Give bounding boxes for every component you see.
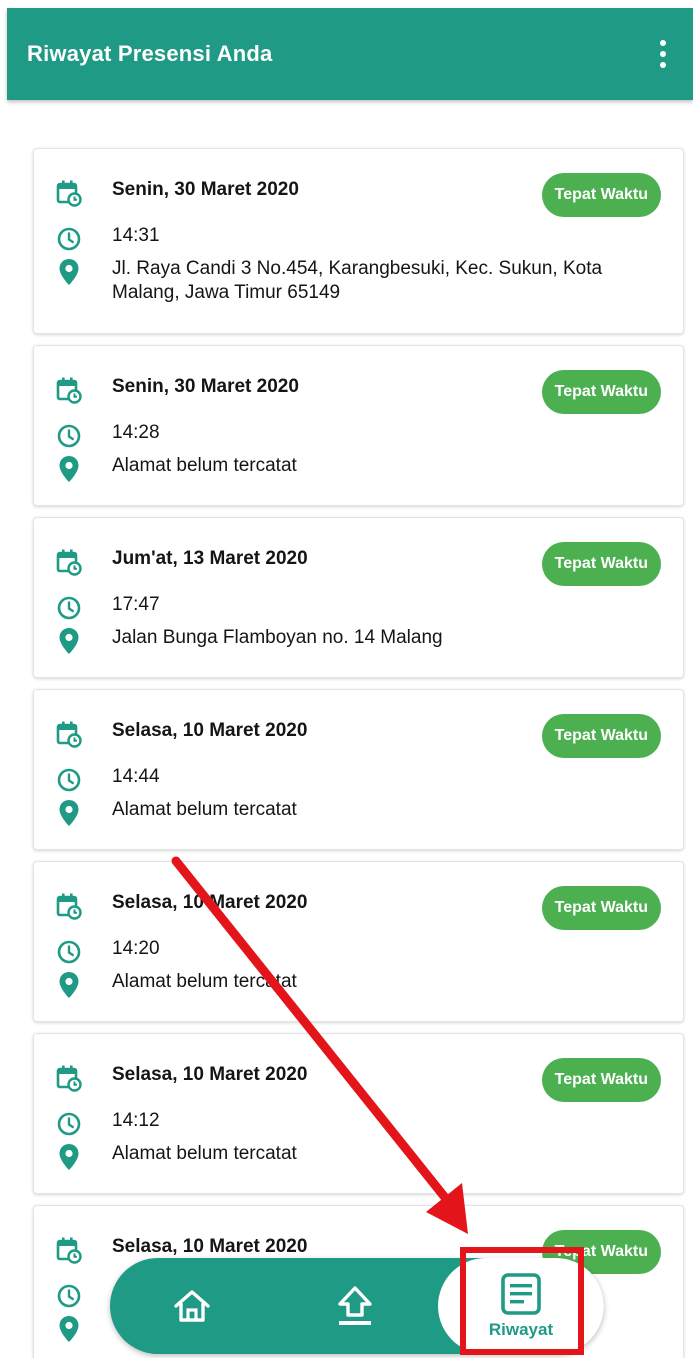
app-bar: Riwayat Presensi Anda	[7, 8, 693, 100]
calendar-clock-icon	[54, 719, 84, 749]
calendar-clock-icon	[54, 1235, 84, 1265]
home-icon	[174, 1290, 210, 1322]
date-row: Selasa, 10 Maret 2020	[54, 719, 307, 749]
time-row	[54, 1281, 112, 1311]
address-row: Jalan Bunga Flamboyan no. 14 Malang	[54, 626, 612, 656]
clock-icon	[54, 1109, 84, 1139]
time-row: 14:20	[54, 937, 160, 967]
address-row: Alamat belum tercatat	[54, 798, 612, 828]
attendance-address: Jl. Raya Candi 3 No.454, Karangbesuki, K…	[112, 258, 603, 303]
attendance-address: Alamat belum tercatat	[112, 971, 297, 992]
date-row: Selasa, 10 Maret 2020	[54, 1063, 307, 1093]
calendar-clock-icon	[54, 1063, 84, 1093]
attendance-address: Alamat belum tercatat	[112, 799, 297, 820]
time-row: 14:28	[54, 421, 160, 451]
calendar-clock-icon	[54, 891, 84, 921]
status-badge: Tepat Waktu	[541, 714, 661, 758]
annotation-highlight-box	[460, 1247, 584, 1355]
location-pin-icon	[54, 626, 84, 656]
nav-upload-button[interactable]	[325, 1258, 385, 1354]
location-pin-icon	[54, 1314, 84, 1344]
attendance-card[interactable]: Senin, 30 Maret 2020 14:31 Jl. Raya Cand…	[33, 148, 684, 334]
address-row: Alamat belum tercatat	[54, 970, 612, 1000]
nav-home-button[interactable]	[162, 1258, 222, 1354]
attendance-card[interactable]: Selasa, 10 Maret 2020 14:12 Alamat belum…	[33, 1033, 684, 1194]
attendance-time: 14:31	[112, 225, 160, 246]
upload-icon	[338, 1286, 372, 1325]
status-badge: Tepat Waktu	[541, 542, 661, 586]
attendance-time: 17:47	[112, 594, 160, 615]
status-badge: Tepat Waktu	[541, 1058, 661, 1102]
address-row: Alamat belum tercatat	[54, 1142, 612, 1172]
clock-icon	[54, 1281, 84, 1311]
status-badge: Tepat Waktu	[541, 370, 661, 414]
time-row: 14:31	[54, 224, 160, 254]
attendance-time: 14:28	[112, 422, 160, 443]
attendance-date: Senin, 30 Maret 2020	[112, 376, 299, 397]
attendance-time: 14:20	[112, 938, 160, 959]
attendance-card[interactable]: Selasa, 10 Maret 2020 14:20 Alamat belum…	[33, 861, 684, 1022]
location-pin-icon	[54, 1142, 84, 1172]
time-row: 17:47	[54, 593, 160, 623]
location-pin-icon	[54, 257, 84, 287]
calendar-clock-icon	[54, 375, 84, 405]
calendar-clock-icon	[54, 547, 84, 577]
attendance-date: Senin, 30 Maret 2020	[112, 179, 299, 200]
date-row: Jum'at, 13 Maret 2020	[54, 547, 308, 577]
clock-icon	[54, 421, 84, 451]
clock-icon	[54, 937, 84, 967]
location-pin-icon	[54, 798, 84, 828]
attendance-card[interactable]: Jum'at, 13 Maret 2020 17:47 Jalan Bunga …	[33, 517, 684, 678]
date-row: Selasa, 10 Maret 2020	[54, 891, 307, 921]
clock-icon	[54, 593, 84, 623]
status-badge: Tepat Waktu	[541, 886, 661, 930]
location-pin-icon	[54, 454, 84, 484]
clock-icon	[54, 765, 84, 795]
more-vert-icon[interactable]	[651, 34, 675, 74]
attendance-address: Alamat belum tercatat	[112, 1143, 297, 1164]
attendance-address: Alamat belum tercatat	[112, 455, 297, 476]
calendar-clock-icon	[54, 178, 84, 208]
date-row: Senin, 30 Maret 2020	[54, 375, 299, 405]
attendance-address: Jalan Bunga Flamboyan no. 14 Malang	[112, 627, 443, 648]
attendance-date: Selasa, 10 Maret 2020	[112, 1064, 308, 1085]
attendance-date: Selasa, 10 Maret 2020	[112, 1236, 308, 1257]
attendance-time: 14:44	[112, 766, 160, 787]
page-title: Riwayat Presensi Anda	[27, 41, 273, 66]
attendance-time: 14:12	[112, 1110, 160, 1131]
attendance-date: Selasa, 10 Maret 2020	[112, 720, 308, 741]
status-badge: Tepat Waktu	[541, 173, 661, 217]
time-row: 14:12	[54, 1109, 160, 1139]
clock-icon	[54, 224, 84, 254]
time-row: 14:44	[54, 765, 160, 795]
address-row: Jl. Raya Candi 3 No.454, Karangbesuki, K…	[54, 257, 612, 305]
location-pin-icon	[54, 970, 84, 1000]
date-row: Senin, 30 Maret 2020	[54, 178, 299, 208]
attendance-card[interactable]: Senin, 30 Maret 2020 14:28 Alamat belum …	[33, 345, 684, 506]
address-row: Alamat belum tercatat	[54, 454, 612, 484]
attendance-card[interactable]: Selasa, 10 Maret 2020 14:44 Alamat belum…	[33, 689, 684, 850]
attendance-date: Selasa, 10 Maret 2020	[112, 892, 308, 913]
attendance-date: Jum'at, 13 Maret 2020	[112, 548, 308, 569]
